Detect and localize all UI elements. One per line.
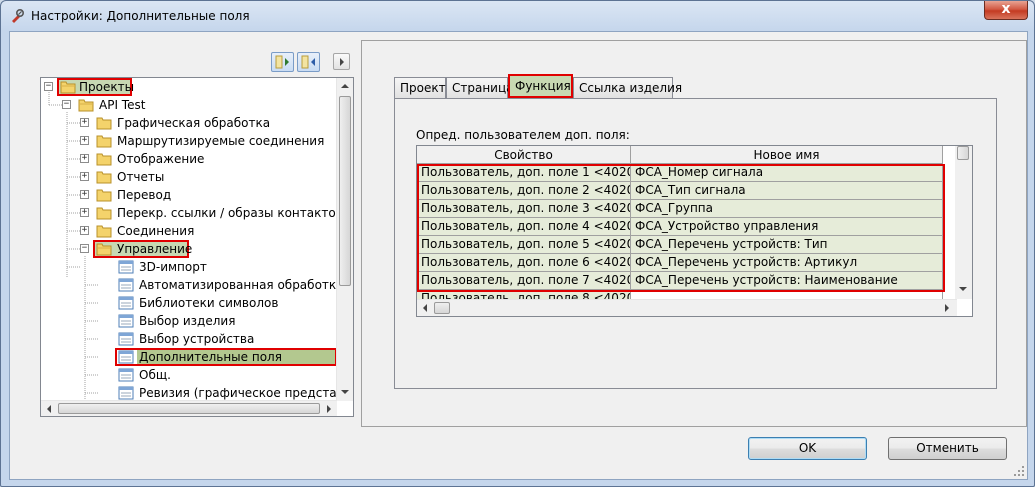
resize-grip-icon[interactable] (1013, 465, 1025, 477)
grid-cell-property[interactable]: Пользователь, доп. поле 2 <40202> (417, 182, 631, 200)
column-header-property[interactable]: Свойство (417, 146, 631, 164)
expand-toggle-icon[interactable]: + (80, 208, 89, 217)
grid-cell-new-name[interactable]: ФСА_Перечень устройств: Артикул (631, 254, 943, 272)
folder-icon (96, 135, 112, 148)
scroll-up-icon[interactable] (341, 84, 349, 88)
folder-open-icon (96, 243, 112, 256)
settings-page-panel: Проект Страница Функция Ссылка изделия О… (361, 40, 1027, 427)
grid-cell-new-name[interactable]: ФСА_Перечень устройств: Тип (631, 236, 943, 254)
grid-vertical-scrollbar[interactable] (955, 146, 972, 299)
settings-window: Настройки: Дополнительные поля x − Проек… (0, 0, 1035, 487)
folder-icon (96, 117, 112, 130)
settings-page-icon (118, 332, 134, 346)
grid-cell-property[interactable]: Пользователь, доп. поле 6 <40206> (417, 254, 631, 272)
tree-expand-icon (275, 55, 289, 69)
scroll-down-icon[interactable] (341, 390, 349, 394)
tab-control: Проект Страница Функция Ссылка изделия О… (394, 74, 997, 389)
scroll-right-icon[interactable] (327, 405, 331, 413)
tree-horizontal-scroll-thumb[interactable] (58, 403, 320, 414)
cancel-button[interactable]: Отменить (888, 437, 1007, 460)
tree-horizontal-scrollbar[interactable] (41, 400, 337, 416)
settings-page-icon (118, 350, 134, 364)
folder-open-icon (60, 81, 76, 94)
settings-page-icon (118, 368, 134, 382)
grid-caption: Опред. пользователем доп. поля: (416, 128, 630, 142)
app-icon (12, 8, 25, 23)
tab-function[interactable]: Функция (508, 74, 573, 98)
grid-cell-new-name[interactable]: ФСА_Устройство управления (631, 218, 943, 236)
tab-page-function: Опред. пользователем доп. поля: Свойство… (394, 98, 997, 389)
grid-cell-property[interactable]: Пользователь, доп. поле 4 <40204> (417, 218, 631, 236)
window-title: Настройки: Дополнительные поля (31, 9, 250, 23)
settings-tree[interactable]: − Проекты − API Test + Графическая обраб… (40, 77, 354, 417)
tree-vertical-scrollbar[interactable] (336, 78, 353, 401)
grid-cell-new-name[interactable]: ФСА_Группа (631, 200, 943, 218)
scroll-down-icon[interactable] (959, 287, 967, 291)
expand-tree-button[interactable] (271, 52, 294, 72)
expand-toggle-icon[interactable]: + (80, 136, 89, 145)
tree-forward-button[interactable] (333, 53, 350, 70)
folder-icon (96, 171, 112, 184)
scroll-right-icon[interactable] (945, 304, 949, 312)
tab-project[interactable]: Проект (394, 77, 446, 99)
expand-toggle-icon[interactable]: + (80, 226, 89, 235)
user-defined-fields-grid[interactable]: Свойство Новое имя Пользователь, доп. по… (416, 145, 973, 317)
grid-cell-property[interactable]: Пользователь, доп. поле 1 <40201> (417, 164, 631, 182)
folder-icon (96, 207, 112, 220)
settings-page-icon (118, 296, 134, 310)
grid-horizontal-scroll-thumb[interactable] (434, 302, 450, 314)
folder-open-icon (78, 99, 94, 112)
grid-vertical-scroll-thumb[interactable] (957, 146, 969, 160)
tab-part-reference[interactable]: Ссылка изделия (573, 77, 682, 99)
collapse-toggle-icon[interactable]: − (62, 100, 71, 109)
expand-toggle-icon[interactable]: + (80, 172, 89, 181)
play-right-icon (340, 58, 344, 66)
scroll-left-icon[interactable] (47, 405, 51, 413)
title-bar[interactable]: Настройки: Дополнительные поля x (1, 1, 1034, 31)
column-header-new-name[interactable]: Новое имя (631, 146, 943, 164)
folder-icon (96, 189, 112, 202)
navigation-panel: − Проекты − API Test + Графическая обраб… (10, 32, 355, 479)
settings-page-icon (118, 314, 134, 328)
expand-toggle-icon[interactable]: + (80, 118, 89, 127)
tree-vertical-scroll-thumb[interactable] (339, 96, 351, 286)
dialog-client-area: − Проекты − API Test + Графическая обраб… (9, 31, 1028, 480)
ok-button[interactable]: OK (748, 437, 867, 460)
grid-cell-property[interactable]: Пользователь, доп. поле 7 <40207> (417, 272, 631, 290)
scroll-left-icon[interactable] (423, 304, 427, 312)
settings-page-icon (118, 386, 134, 400)
grid-cell-property[interactable]: Пользователь, доп. поле 5 <40205> (417, 236, 631, 254)
folder-icon (96, 225, 112, 238)
grid-horizontal-scrollbar[interactable] (417, 299, 957, 316)
tab-page[interactable]: Страница (446, 77, 514, 99)
expand-toggle-icon[interactable]: + (80, 190, 89, 199)
grid-cell-new-name[interactable]: ФСА_Перечень устройств: Наименование (631, 272, 943, 290)
grid-cell-property[interactable]: Пользователь, доп. поле 3 <40203> (417, 200, 631, 218)
grid-cell-new-name[interactable]: ФСА_Номер сигнала (631, 164, 943, 182)
folder-icon (96, 153, 112, 166)
collapse-tree-button[interactable] (297, 52, 320, 72)
expand-toggle-icon[interactable]: + (80, 154, 89, 163)
settings-page-icon (118, 278, 134, 292)
collapse-toggle-icon[interactable]: − (44, 82, 53, 91)
settings-page-icon (118, 260, 134, 274)
collapse-toggle-icon[interactable]: − (80, 244, 89, 253)
grid-cell-new-name[interactable]: ФСА_Тип сигнала (631, 182, 943, 200)
close-button[interactable]: x (984, 1, 1028, 20)
tree-collapse-icon (301, 55, 315, 69)
